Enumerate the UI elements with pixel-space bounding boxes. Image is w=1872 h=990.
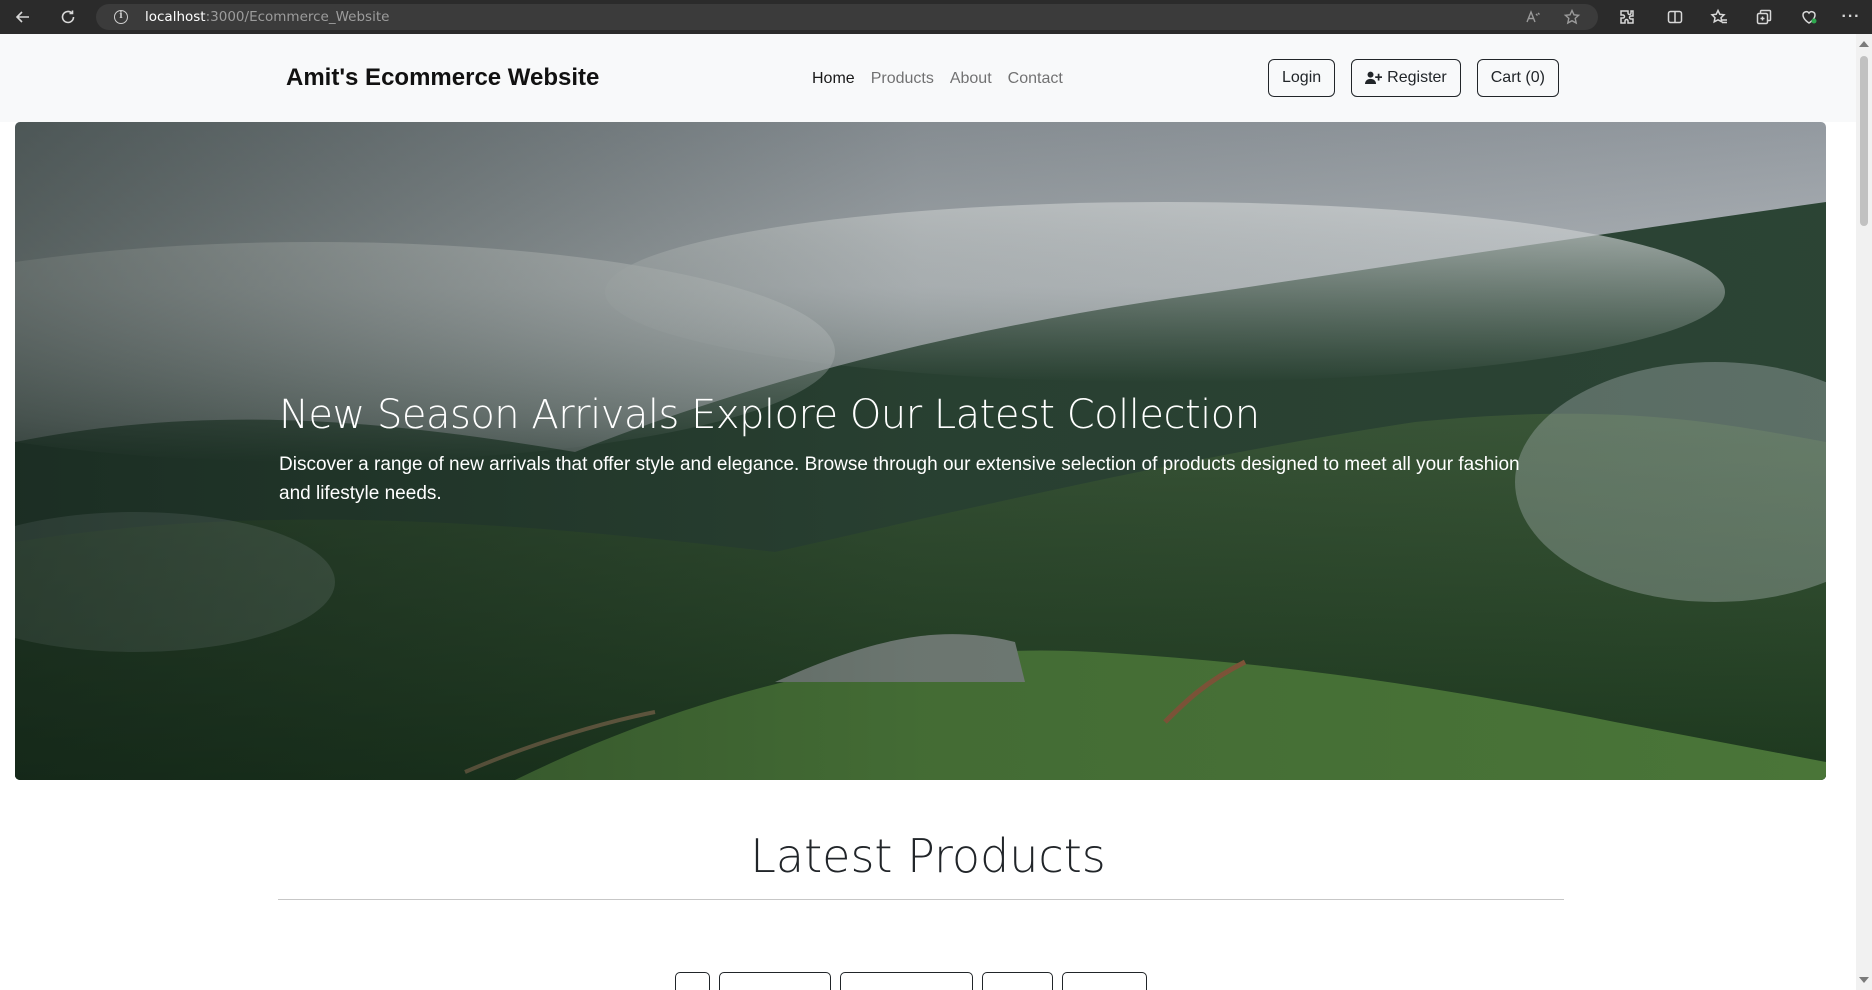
- latest-products-heading: Latest Products: [750, 829, 1106, 883]
- nav-link-home[interactable]: Home: [812, 70, 855, 88]
- collections-icon[interactable]: [1753, 6, 1775, 28]
- filter-button-3[interactable]: [840, 972, 973, 990]
- register-button[interactable]: Register: [1351, 59, 1461, 97]
- nav-links: Home Products About Contact: [812, 70, 1079, 88]
- favorite-star-icon[interactable]: [1563, 8, 1581, 26]
- page-viewport: Amit's Ecommerce Website Home Products A…: [0, 34, 1856, 990]
- url-path: :3000/Ecommerce_Website: [205, 9, 390, 25]
- scroll-down-arrow-icon[interactable]: [1859, 977, 1869, 983]
- cart-button[interactable]: Cart (0): [1476, 59, 1559, 97]
- login-label: Login: [1282, 69, 1322, 86]
- site-info-icon[interactable]: i: [114, 10, 128, 24]
- hero-description: Discover a range of new arrivals that of…: [279, 454, 1520, 504]
- nav-link-about[interactable]: About: [950, 70, 992, 88]
- filter-button-5[interactable]: [1062, 972, 1147, 990]
- category-filter-row: [675, 972, 1156, 990]
- hero-title: New Season Arrivals Explore Our Latest C…: [279, 392, 1260, 438]
- hero-banner: New Season Arrivals Explore Our Latest C…: [15, 122, 1826, 780]
- filter-button-2[interactable]: [719, 972, 831, 990]
- url-host: localhost: [145, 9, 206, 25]
- page-scrollbar[interactable]: [1856, 34, 1872, 990]
- user-plus-icon: [1365, 71, 1383, 84]
- split-screen-icon[interactable]: [1664, 6, 1686, 28]
- brand-logo[interactable]: Amit's Ecommerce Website: [286, 64, 599, 92]
- browser-essentials-icon[interactable]: [1798, 6, 1820, 28]
- scroll-up-arrow-icon[interactable]: [1859, 41, 1869, 47]
- nav-link-contact[interactable]: Contact: [1008, 70, 1063, 88]
- more-menu-icon[interactable]: ···: [1840, 6, 1862, 28]
- extensions-icon[interactable]: [1616, 6, 1638, 28]
- site-navbar: Amit's Ecommerce Website Home Products A…: [0, 34, 1856, 122]
- filter-button-1[interactable]: [675, 972, 710, 990]
- filter-button-4[interactable]: [982, 972, 1053, 990]
- nav-link-products[interactable]: Products: [871, 70, 934, 88]
- login-button[interactable]: Login: [1268, 59, 1336, 97]
- register-label: Register: [1387, 69, 1447, 86]
- address-bar[interactable]: i localhost:3000/Ecommerce_Website: [96, 4, 1598, 30]
- read-aloud-icon[interactable]: [1524, 8, 1542, 26]
- back-arrow-icon[interactable]: [8, 2, 38, 32]
- favorites-icon[interactable]: [1708, 6, 1730, 28]
- scroll-thumb[interactable]: [1860, 56, 1868, 226]
- nav-buttons: Login Register Cart (0): [1268, 59, 1575, 97]
- section-divider: [278, 899, 1564, 900]
- reload-icon[interactable]: [53, 2, 83, 32]
- cart-label: Cart (0): [1490, 69, 1545, 86]
- browser-toolbar: i localhost:3000/Ecommerce_Website ···: [0, 0, 1872, 34]
- url-text[interactable]: localhost:3000/Ecommerce_Website: [145, 9, 389, 25]
